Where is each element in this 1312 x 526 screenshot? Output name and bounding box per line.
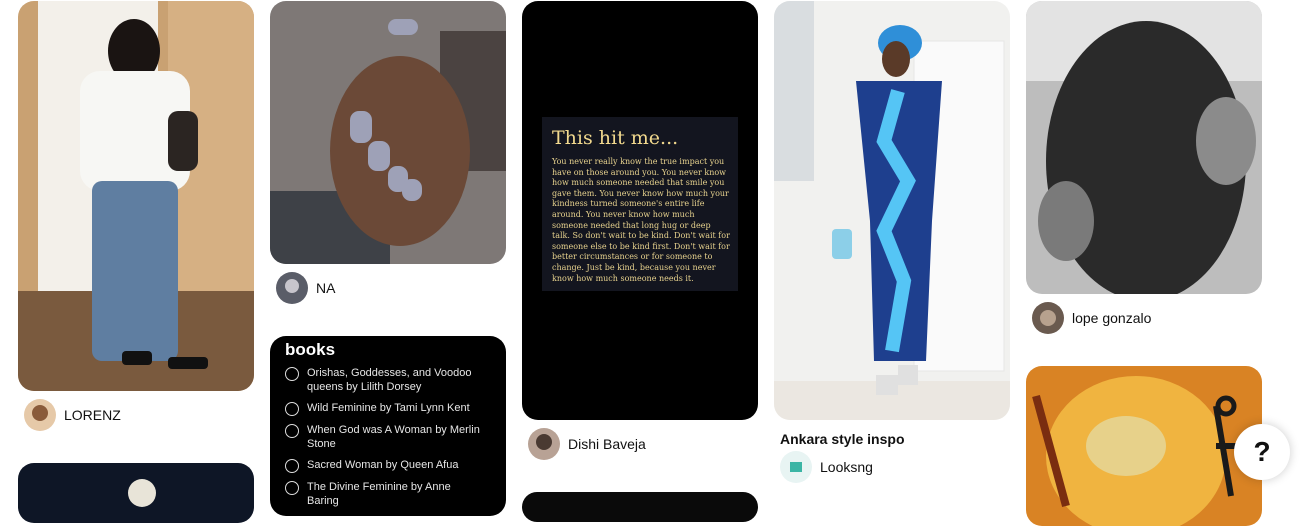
pin-quote[interactable]: This hit me... You never really know the… [522,1,758,420]
avatar [1032,302,1064,334]
pin-author-name: lope gonzalo [1072,310,1152,326]
pin-image-nails[interactable] [270,1,506,264]
nails-image [270,1,506,264]
pin-author-lope[interactable]: lope gonzalo [1032,302,1151,334]
pin-author-dishi[interactable]: Dishi Baveja [528,428,646,460]
pin-author-lorenz[interactable]: LORENZ [24,399,121,431]
avatar [24,399,56,431]
painting-image [1026,366,1262,526]
help-label: ? [1253,436,1271,467]
avatar [528,428,560,460]
book-item: The Divine Feminine by Anne Baring [285,480,485,508]
pin-author-name: Dishi Baveja [568,436,646,452]
help-button[interactable]: ? [1234,424,1290,480]
checkbox-icon [285,424,299,438]
quote-box: This hit me... You never really know the… [542,117,738,291]
checkbox-icon [285,481,299,495]
book-item: When God was A Woman by Merlin Stone [285,423,485,451]
quote-heading: This hit me... [552,127,679,149]
pin-books-list[interactable]: books Orishas, Goddesses, and Voodoo que… [270,336,506,516]
bw-hair-image [1026,1,1262,294]
pin-author-looksng[interactable]: Looksng [780,451,873,483]
pin-title[interactable]: Ankara style inspo [780,431,905,447]
checkbox-icon [285,402,299,416]
pin-author-name: Looksng [820,459,873,475]
pin-image-ankara-dress[interactable] [774,1,1010,420]
book-item: Orishas, Goddesses, and Voodoo queens by… [285,366,485,394]
mirror-selfie-image [18,1,254,391]
pin-image-mirror-selfie[interactable] [18,1,254,391]
pin-image-bw-hair[interactable] [1026,1,1262,294]
book-item: Wild Feminine by Tami Lynn Kent [285,401,485,416]
pin-image-painting[interactable] [1026,366,1262,526]
ankara-dress-image [774,1,1010,420]
checkbox-icon [285,459,299,473]
avatar [276,272,308,304]
checkbox-icon [285,367,299,381]
moon-image [18,463,254,523]
pin-author-na[interactable]: NA [276,272,335,304]
pin-author-name: LORENZ [64,407,121,423]
quote-body: You never really know the true impact yo… [552,157,730,283]
pin-author-name: NA [316,280,336,296]
book-item: Sacred Woman by Queen Afua [285,458,485,473]
pin-image-moon[interactable] [18,463,254,523]
books-heading: books [285,340,336,359]
avatar [780,451,812,483]
pin-image-dark[interactable] [522,492,758,522]
